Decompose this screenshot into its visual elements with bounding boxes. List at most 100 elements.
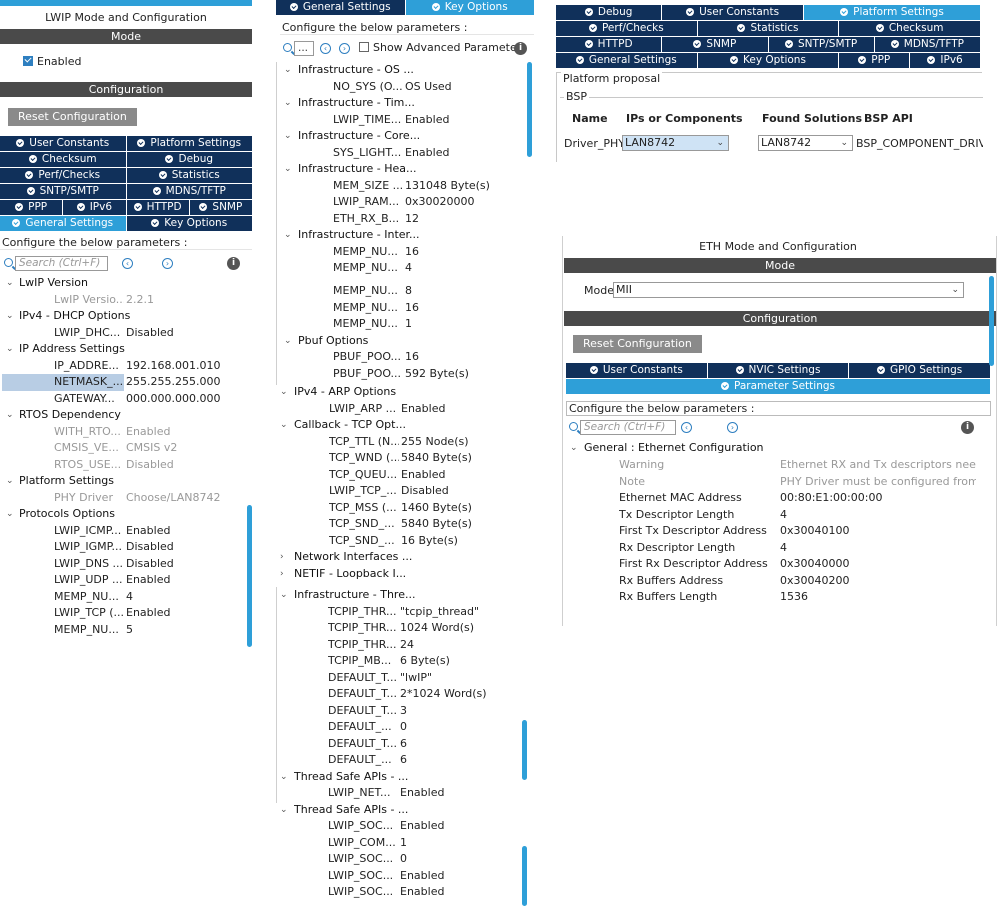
param-row[interactable]: PHY Driver Choose/LAN8742 [0,490,252,507]
tab-statistics[interactable]: Statistics [697,21,839,36]
tab-ipv6[interactable]: IPv6 [63,200,126,215]
group-row[interactable]: › Network Interfaces ... [276,549,528,566]
param-row[interactable]: Warning Ethernet RX and Tx descriptors ne… [562,457,992,474]
param-row[interactable]: LwIP Versio... 2.2.1 [0,292,252,309]
param-row[interactable]: NETMASK_... 255.255.255.000 [0,374,252,391]
group-row[interactable]: ⌄ Protocols Options [0,506,252,523]
param-row[interactable]: LWIP_UDP ... Enabled [0,572,252,589]
solution-select[interactable]: LAN8742 ⌄ [758,135,853,151]
param-value[interactable]: 5840 Byte(s) [401,516,472,533]
param-row[interactable]: LWIP_TCP (... Enabled [0,605,252,622]
lwip-search-input[interactable]: Search (Ctrl+F) [15,256,108,271]
param-value[interactable]: 0x30020000 [405,194,475,211]
param-value[interactable]: 8 [405,283,412,300]
param-row[interactable]: LWIP_RAM... 0x30020000 [276,194,528,211]
lwip-scrollbar[interactable] [247,505,252,647]
param-row[interactable]: LWIP_TIME... Enabled [276,112,528,129]
param-row[interactable]: TCP_SND_... 5840 Byte(s) [276,516,528,533]
param-value[interactable]: Enabled [400,884,444,901]
group-row[interactable]: ⌄ Infrastructure - Inter... [276,227,528,244]
tab-checksum[interactable]: Checksum [0,152,126,167]
tab-user-constants[interactable]: User Constants [662,5,803,20]
tab-user-constants[interactable]: User Constants [0,136,126,151]
options-search-input[interactable]: ... [294,41,314,56]
param-value[interactable]: 255.255.255.000 [126,374,220,391]
param-row[interactable]: LWIP_SOC... 0 [276,851,528,868]
param-value[interactable]: Enabled [126,572,170,589]
search-next-icon[interactable]: › [339,43,350,54]
param-row[interactable]: MEMP_NU... 4 [276,260,528,277]
group-row[interactable]: ⌄ Platform Settings [0,473,252,490]
param-row[interactable]: First Tx Descriptor Address 0x30040100 [562,523,992,540]
param-value[interactable]: 16 [405,244,419,261]
tab-platform-settings[interactable]: Platform Settings [126,136,252,151]
group-row[interactable]: ⌄ Infrastructure - Hea... [276,161,528,178]
tab-key-options[interactable]: Key Options [697,53,839,68]
param-row[interactable]: LWIP_SOC... Enabled [276,884,528,901]
param-row[interactable]: Rx Descriptor Length 4 [562,540,992,557]
tab-checksum[interactable]: Checksum [839,21,980,36]
tab-key-options[interactable]: Key Options [405,0,534,15]
tab-debug[interactable]: Debug [126,152,252,167]
tab-ppp[interactable]: PPP [839,53,910,68]
group-row[interactable]: ⌄ Infrastructure - Core... [276,128,528,145]
search-prev-icon[interactable]: ‹ [681,422,692,433]
group-row[interactable]: ⌄ IP Address Settings [0,341,252,358]
reset-configuration-button[interactable]: Reset Configuration [8,108,137,126]
param-value[interactable]: Enabled [405,112,449,129]
group-row[interactable]: ⌄ Thread Safe APIs - ... [276,769,528,786]
param-value[interactable]: Disabled [126,539,174,556]
param-row[interactable]: DEFAULT_T... "lwIP" [276,670,528,687]
param-row[interactable]: IP_ADDRE... 192.168.001.010 [0,358,252,375]
param-row[interactable]: SYS_LIGHT... Enabled [276,145,528,162]
param-value[interactable]: 00:80:E1:00:00:00 [780,490,882,507]
param-row[interactable]: TCP_MSS (... 1460 Byte(s) [276,500,528,517]
param-value[interactable]: Enabled [126,605,170,622]
tab-mdns-tftp[interactable]: MDNS/TFTP [874,37,980,52]
group-row[interactable]: ⌄ Infrastructure - OS ... [276,62,528,79]
param-row[interactable]: LWIP_ARP ... Enabled [276,401,528,418]
group-row[interactable]: ⌄ Infrastructure - Thre... [276,587,528,604]
param-value[interactable]: 2*1024 Word(s) [400,686,487,703]
tab-ipv6[interactable]: IPv6 [910,53,980,68]
param-row[interactable]: TCP_SND_... 16 Byte(s) [276,533,528,550]
param-value[interactable]: 3 [400,703,407,720]
param-row[interactable]: Rx Buffers Length 1536 [562,589,992,606]
param-row[interactable]: LWIP_SOC... Enabled [276,868,528,885]
param-value[interactable]: 0 [400,719,407,736]
param-value[interactable]: Enabled [400,868,444,885]
param-row[interactable]: LWIP_DNS ... Disabled [0,556,252,573]
param-row[interactable]: TCP_QUEU... Enabled [276,467,528,484]
group-row[interactable]: › NETIF - Loopback I... [276,566,528,583]
group-row[interactable]: ⌄ Infrastructure - Tim... [276,95,528,112]
enabled-checkbox[interactable]: Enabled [23,55,81,68]
param-value[interactable]: Enabled [405,145,449,162]
component-select[interactable]: LAN8742 ⌄ [622,135,729,151]
param-value[interactable]: 24 [400,637,414,654]
param-row[interactable]: LWIP_ICMP... Enabled [0,523,252,540]
tab-key-options[interactable]: Key Options [126,216,252,231]
tab-mdns-tftp[interactable]: MDNS/TFTP [126,184,252,199]
tab-perf-checks[interactable]: Perf/Checks [0,168,126,183]
tab-general-settings[interactable]: General Settings [276,0,405,15]
param-row[interactable]: LWIP_IGMP... Disabled [0,539,252,556]
tab-snmp[interactable]: SNMP [189,200,252,215]
param-row[interactable]: ETH_RX_B... 12 [276,211,528,228]
param-row[interactable]: WITH_RTO... Enabled [0,424,252,441]
param-row[interactable]: TCPIP_MB... 6 Byte(s) [276,653,528,670]
tab-sntp-smtp[interactable]: SNTP/SMTP [768,37,874,52]
tab-platform-settings[interactable]: Platform Settings [803,5,980,20]
tab-user-constants[interactable]: User Constants [566,363,707,378]
param-value[interactable]: "lwIP" [400,670,432,687]
param-row[interactable]: DEFAULT_... 0 [276,719,528,736]
info-icon[interactable]: i [514,42,527,55]
param-value[interactable]: 6 Byte(s) [400,653,450,670]
param-row[interactable]: MEMP_NU... 1 [276,316,528,333]
tab-gpio-settings[interactable]: GPIO Settings [849,363,990,378]
group-row[interactable]: ⌄ LwIP Version [0,275,252,292]
param-value[interactable]: 0x30040100 [780,523,850,540]
tab-ppp[interactable]: PPP [0,200,63,215]
param-value[interactable]: 1 [405,316,412,333]
group-row[interactable]: ⌄ Callback - TCP Opt... [276,417,528,434]
tab-general-settings[interactable]: General Settings [556,53,697,68]
